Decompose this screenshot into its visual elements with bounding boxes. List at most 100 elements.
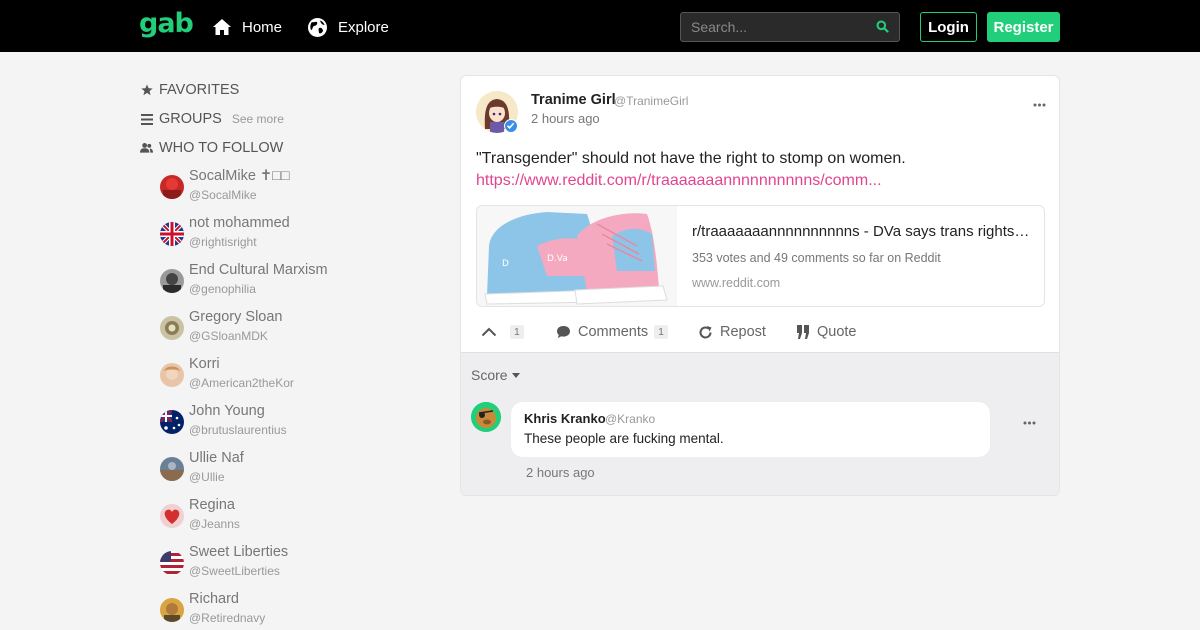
login-button[interactable]: Login (920, 12, 977, 42)
sidebar-who-to-follow: WHO TO FOLLOW (140, 139, 283, 157)
follow-name[interactable]: Sweet Liberties (189, 544, 288, 560)
comment-icon (557, 326, 570, 338)
avatar (160, 410, 184, 434)
follow-suggestion[interactable]: End Cultural Marxism @genophilia (160, 262, 420, 302)
sidebar-groups-label: GROUPS (159, 111, 222, 127)
post-body: "Transgender" should not have the right … (476, 148, 956, 192)
post-card: Tranime Girl @TranimeGirl 2 hours ago "T… (460, 75, 1060, 496)
register-button[interactable]: Register (987, 12, 1060, 42)
home-icon (213, 19, 231, 35)
comments-count: 1 (654, 325, 668, 339)
svg-text:D: D (502, 259, 509, 269)
sidebar-favorites-label: FAVORITES (159, 82, 240, 98)
svg-text:D.Va: D.Va (547, 254, 568, 264)
follow-name[interactable]: Regina (189, 497, 235, 513)
avatar[interactable] (471, 402, 501, 432)
follow-handle: @brutuslaurentius (189, 423, 287, 437)
follow-name[interactable]: Ullie Naf (189, 450, 244, 466)
post-author-name[interactable]: Tranime Girl (531, 92, 616, 108)
gab-logo[interactable]: gab (139, 8, 194, 39)
follow-handle: @Retirednavy (189, 611, 266, 625)
follow-name[interactable]: Korri (189, 356, 220, 372)
link-preview-card[interactable]: D D.Va r/traaaaaaannnnnnnnnns - DVa says… (476, 205, 1045, 307)
caret-down-icon (511, 372, 520, 378)
comment-sort-label: Score (471, 367, 508, 383)
post-text: "Transgender" should not have the right … (476, 150, 906, 167)
post-options-button[interactable] (1033, 98, 1046, 108)
follow-suggestion[interactable]: Regina @Jeanns (160, 497, 420, 537)
follow-handle: @SweetLiberties (189, 564, 280, 578)
avatar (160, 222, 184, 246)
quote-icon (797, 325, 809, 339)
comment-sort-dropdown[interactable]: Score (471, 367, 520, 383)
link-preview-title[interactable]: r/traaaaaaannnnnnnnnns - DVa says trans … (692, 223, 1034, 240)
follow-handle: @Jeanns (189, 517, 240, 531)
follow-handle: @American2theKor (189, 376, 294, 390)
nav-explore-label: Explore (338, 18, 389, 36)
verified-badge-icon (504, 119, 518, 133)
comment-bubble: Khris Kranko @Kranko These people are fu… (511, 402, 990, 457)
follow-suggestion[interactable]: Ullie Naf @Ullie (160, 450, 420, 490)
comment-options-button[interactable] (1023, 416, 1036, 426)
more-options-icon (1033, 103, 1046, 107)
follow-suggestion[interactable]: John Young @brutuslaurentius (160, 403, 420, 443)
follow-suggestion[interactable]: Gregory Sloan @GSloanMDK (160, 309, 420, 349)
comment-timestamp[interactable]: 2 hours ago (526, 465, 595, 480)
top-navbar: gab Home Explore Login Register (0, 0, 1200, 52)
more-options-icon (1023, 421, 1036, 425)
chevron-up-icon (481, 327, 497, 337)
follow-name[interactable]: SocalMike ✝□□ (189, 168, 290, 184)
follow-handle: @rightisright (189, 235, 257, 249)
search-icon[interactable] (876, 20, 889, 33)
link-preview-description: 353 votes and 49 comments so far on Redd… (692, 251, 941, 265)
comments-section: Score Khris Kranko @Kranko These people … (461, 352, 1059, 495)
avatar (160, 175, 184, 199)
follow-name[interactable]: John Young (189, 403, 265, 419)
post-link[interactable]: https://www.reddit.com/r/traaaaaaannnnnn… (476, 172, 882, 189)
users-icon (140, 142, 153, 154)
follow-suggestion[interactable]: Korri @American2theKor (160, 356, 420, 396)
globe-icon (308, 17, 327, 37)
quote-label: Quote (817, 324, 857, 340)
comments-label: Comments (578, 324, 649, 340)
upvote-button[interactable]: 1 (481, 320, 524, 344)
follow-suggestion[interactable]: Richard @Retirednavy (160, 591, 420, 630)
sidebar-groups[interactable]: GROUPS See more (140, 110, 284, 128)
follow-handle: @Ullie (189, 470, 225, 484)
repost-label: Repost (720, 324, 766, 340)
search-input[interactable] (681, 13, 871, 41)
groups-see-more-link[interactable]: See more (232, 112, 284, 126)
comment-text: These people are fucking mental. (524, 431, 724, 446)
avatar (160, 504, 184, 528)
post-action-bar: 1 Comments 1 Repost Quote (461, 320, 1059, 344)
follow-name[interactable]: Richard (189, 591, 239, 607)
repost-icon (699, 325, 712, 338)
follow-suggestion[interactable]: SocalMike ✝□□ @SocalMike (160, 168, 420, 208)
avatar (160, 363, 184, 387)
post-timestamp[interactable]: 2 hours ago (531, 111, 600, 126)
avatar (160, 551, 184, 575)
avatar (160, 457, 184, 481)
follow-name[interactable]: Gregory Sloan (189, 309, 283, 325)
star-icon (140, 84, 153, 96)
follow-name[interactable]: not mohammed (189, 215, 290, 231)
follow-suggestion[interactable]: Sweet Liberties @SweetLiberties (160, 544, 420, 584)
comment-author-name[interactable]: Khris Kranko (524, 411, 606, 426)
sidebar-favorites[interactable]: FAVORITES (140, 81, 239, 99)
link-preview-domain: www.reddit.com (692, 276, 781, 290)
nav-explore[interactable]: Explore (307, 16, 389, 38)
follow-name[interactable]: End Cultural Marxism (189, 262, 328, 278)
post-author-handle[interactable]: @TranimeGirl (614, 94, 688, 108)
avatar (160, 316, 184, 340)
comments-button[interactable]: Comments 1 (556, 320, 668, 344)
follow-handle: @genophilia (189, 282, 256, 296)
who-to-follow-label: WHO TO FOLLOW (159, 140, 284, 156)
repost-button[interactable]: Repost (698, 320, 766, 344)
quote-button[interactable]: Quote (797, 320, 857, 344)
comment-author-handle[interactable]: @Kranko (605, 412, 655, 426)
nav-home[interactable]: Home (212, 16, 282, 38)
avatar (160, 269, 184, 293)
link-preview-image: D D.Va (477, 206, 677, 306)
upvote-count: 1 (510, 325, 524, 339)
follow-suggestion[interactable]: not mohammed @rightisright (160, 215, 420, 255)
